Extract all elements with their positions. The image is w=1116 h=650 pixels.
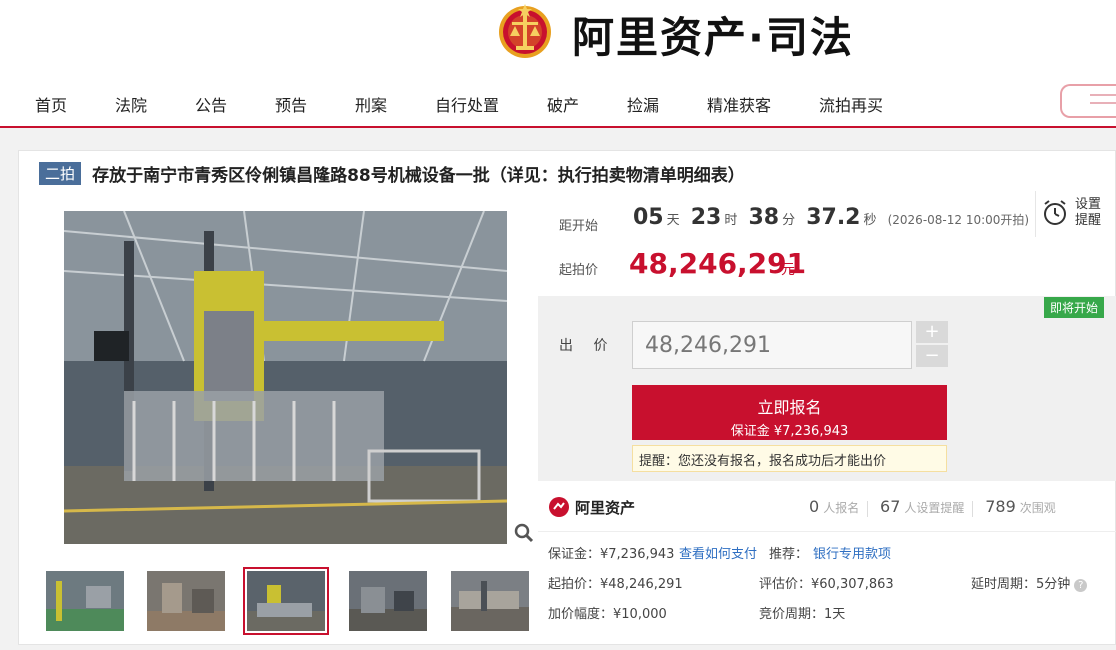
view-count: 789 <box>985 497 1016 516</box>
deposit-info: 保证金：¥7,236,943 <box>548 547 675 562</box>
countdown-seconds-unit: 秒 <box>863 213 877 228</box>
signup-count: 0 <box>809 497 820 516</box>
register-tip: 提醒：您还没有报名，报名成功后才能出价 <box>632 445 947 472</box>
help-icon[interactable]: ? <box>1074 579 1088 592</box>
thumbnail-2[interactable] <box>147 571 225 631</box>
reminder-label: 人设置提醒 <box>904 501 965 515</box>
bid-label: 出 价 <box>559 338 616 354</box>
bid-amount-input[interactable] <box>632 321 912 369</box>
factory-photo <box>64 211 507 544</box>
divider <box>538 531 1116 532</box>
set-reminder-label[interactable]: 设置提醒 <box>1075 197 1105 229</box>
start-price-label: 起拍价 <box>559 263 599 278</box>
alarm-clock-icon <box>1044 200 1066 225</box>
countdown-days-unit: 天 <box>666 213 680 228</box>
eval-price-info: 评估价：¥60,307,863 <box>759 577 894 592</box>
how-to-pay-link[interactable]: 查看如何支付 <box>679 547 757 562</box>
recommend: 银行专用款项 <box>813 543 891 562</box>
signup-label: 人报名 <box>823 501 860 515</box>
start-time: (2026-08-12 10:00开拍) <box>887 213 1030 227</box>
nav-item-resale[interactable]: 流拍再买 <box>819 92 883 116</box>
ali-asset-logo-icon <box>549 497 569 517</box>
thumbnail-5[interactable] <box>451 571 529 631</box>
delay-period-info: 延时周期：5分钟? <box>971 573 1088 592</box>
start-price-info: 起拍价：¥48,246,291 <box>548 577 683 592</box>
nav-item-criminal[interactable]: 刑案 <box>355 92 387 116</box>
countdown-seconds: 37.2 <box>806 205 861 230</box>
register-deposit: 保证金 ¥7,236,943 <box>730 423 849 439</box>
nav-item-home[interactable]: 首页 <box>35 92 67 116</box>
countdown-days: 05 <box>633 205 664 230</box>
countdown: 05 天 23 时 38 分 37.2 秒 (2026-08-12 10:00开拍) <box>633 205 1029 230</box>
nav-item-bankruptcy[interactable]: 破产 <box>547 92 579 116</box>
nav-item-notice[interactable]: 公告 <box>195 92 227 116</box>
search-box[interactable] <box>1060 84 1116 118</box>
nav-item-preview[interactable]: 预告 <box>275 92 307 116</box>
countdown-minutes-unit: 分 <box>782 213 796 228</box>
item-title-row: 二拍 存放于南宁市青秀区伶俐镇昌隆路88号机械设备一批（详见：执行拍卖物清单明细… <box>39 161 745 186</box>
nav-item-bargain[interactable]: 捡漏 <box>627 92 659 116</box>
nav-item-self-disposal[interactable]: 自行处置 <box>435 92 499 116</box>
reminder-count: 67 <box>880 497 901 516</box>
payment-help: 查看如何支付 <box>679 543 757 562</box>
zoom-icon[interactable] <box>512 521 536 545</box>
site-header: 阿里资产·司法 首页 法院 公告 预告 刑案 自行处置 破产 捡漏 精准获客 流… <box>0 0 1116 128</box>
auction-stats: 0 人报名 67 人设置提醒 789 次围观 <box>809 497 1056 517</box>
status-badge: 即将开始 <box>1044 297 1105 318</box>
bid-period-info: 竞价周期：1天 <box>759 607 846 622</box>
thumbnail-3[interactable] <box>243 567 329 635</box>
auction-item-panel: 二拍 存放于南宁市青秀区伶俐镇昌隆路88号机械设备一批（详见：执行拍卖物清单明细… <box>18 150 1116 645</box>
court-emblem-icon <box>499 4 551 58</box>
countdown-hours: 23 <box>690 205 722 230</box>
start-price-unit: 元 <box>781 262 795 278</box>
recommend-label: 推荐： <box>769 547 809 562</box>
site-title[interactable]: 阿里资产·司法 <box>572 4 854 65</box>
main-nav: 首页 法院 公告 预告 刑案 自行处置 破产 捡漏 精准获客 流拍再买 <box>0 88 1116 120</box>
thumbnail-1[interactable] <box>46 571 124 631</box>
increase-bid-button[interactable]: + <box>916 321 948 343</box>
thumbnail-4[interactable] <box>349 571 427 631</box>
countdown-hours-unit: 时 <box>724 213 738 228</box>
register-label: 立即报名 <box>757 397 822 417</box>
delay-period-text: 延时周期：5分钟 <box>971 577 1071 592</box>
start-price-value: 48,246,291 <box>629 247 807 280</box>
countdown-minutes: 38 <box>748 205 780 230</box>
main-photo[interactable] <box>64 211 507 544</box>
countdown-label: 距开始 <box>559 219 599 234</box>
increment-info: 加价幅度：¥10,000 <box>548 607 667 622</box>
register-button[interactable]: 立即报名 保证金 ¥7,236,943 <box>632 385 947 440</box>
item-title: 存放于南宁市青秀区伶俐镇昌隆路88号机械设备一批（详见：执行拍卖物清单明细表） <box>92 166 745 186</box>
bank-account-link[interactable]: 银行专用款项 <box>813 547 891 562</box>
decrease-bid-button[interactable]: − <box>916 345 948 367</box>
round-tag: 二拍 <box>39 162 82 185</box>
seller-name[interactable]: 阿里资产 <box>575 497 635 518</box>
nav-item-court[interactable]: 法院 <box>115 92 147 116</box>
view-label: 次围观 <box>1019 501 1056 515</box>
nav-item-precise-leads[interactable]: 精准获客 <box>707 92 771 116</box>
